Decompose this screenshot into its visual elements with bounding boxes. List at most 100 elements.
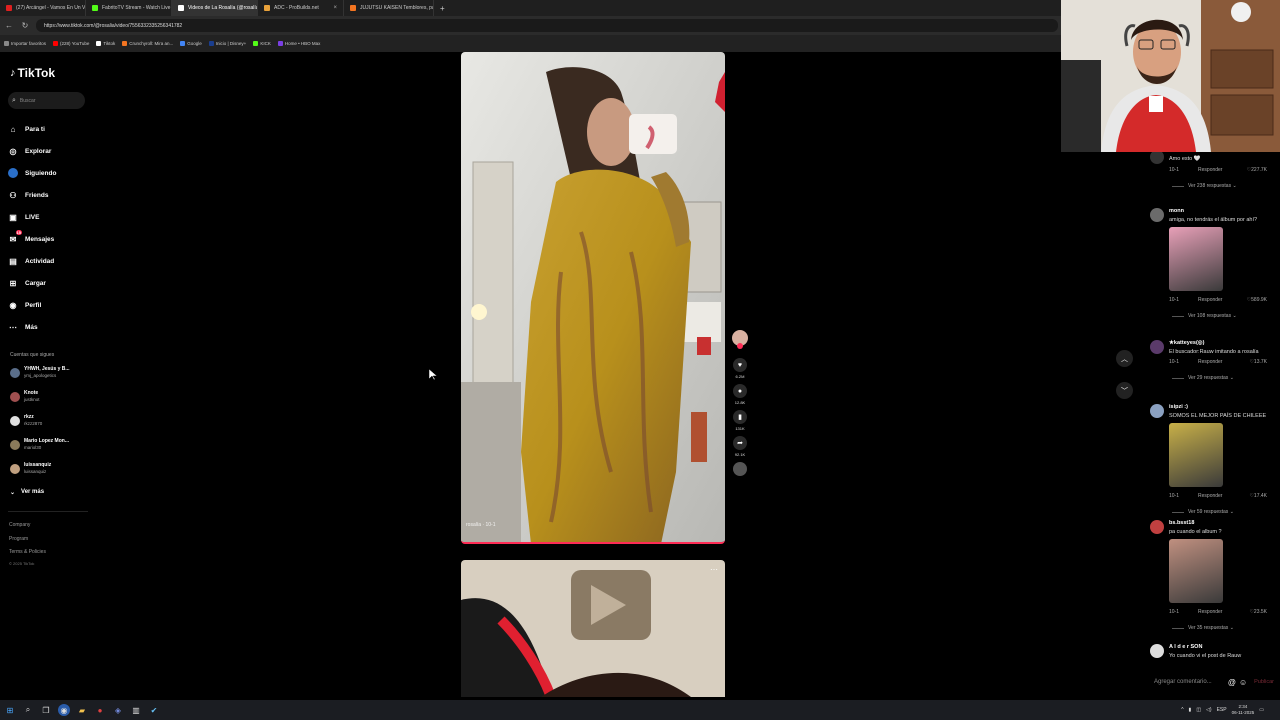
scroll-down-button[interactable]: ﹀	[1116, 382, 1133, 399]
clock[interactable]: 2:34 06-11-2025	[1232, 704, 1255, 716]
avatar[interactable]	[1150, 520, 1164, 534]
comment-button[interactable]: ● 12.8K	[731, 384, 749, 405]
following-account[interactable]: Mario Lopez Mon... mariol30	[10, 438, 90, 451]
video-player[interactable]	[461, 52, 725, 544]
reply-button[interactable]: Responder	[1198, 297, 1222, 303]
discord-icon[interactable]: ◈	[112, 704, 124, 716]
bookmark-item[interactable]: Importar favoritos	[4, 41, 46, 46]
sidebar-item-siguiendo[interactable]: Siguiendo	[8, 162, 98, 184]
comment-username[interactable]: ★katteyes(◎)	[1169, 340, 1204, 346]
volume-icon[interactable]: ◁)	[1206, 707, 1212, 713]
chevron-up-tray-icon[interactable]: ^	[1181, 707, 1183, 713]
windows-start-icon[interactable]: ⊞	[4, 704, 16, 716]
comment-input[interactable]: Agregar comentario... @ ☺ Publicar	[1150, 672, 1274, 692]
comment-image[interactable]	[1169, 227, 1223, 291]
sidebar-item-friends[interactable]: ⚇ Friends	[8, 184, 98, 206]
like-count[interactable]: ♡17.4K	[1249, 493, 1267, 499]
heart-button[interactable]: ♥ 6.2M	[731, 358, 749, 379]
video-author[interactable]: rosalía	[466, 522, 481, 528]
task-view-icon[interactable]: ❐	[40, 704, 52, 716]
view-replies-button[interactable]: Ver 29 respuestas ⌄	[1172, 375, 1234, 381]
like-count[interactable]: ♡589.9K	[1247, 297, 1267, 303]
comment-username[interactable]: monn	[1169, 208, 1184, 214]
sidebar-item-mensajes[interactable]: ✉ 15 Mensajes	[8, 228, 98, 250]
next-video[interactable]	[461, 560, 725, 697]
footer-link-terms[interactable]: Terms & Policies	[9, 549, 46, 555]
bookmark-item[interactable]: Crunchyroll: Mira an...	[122, 41, 173, 46]
sidebar-item-perfil[interactable]: ◉ Perfil	[8, 294, 98, 316]
more-options-icon[interactable]: ⋯	[710, 565, 718, 574]
scroll-up-button[interactable]: ︿	[1116, 350, 1133, 367]
follow-plus-icon[interactable]	[737, 343, 743, 349]
footer-link-program[interactable]: Program	[9, 536, 28, 542]
following-account[interactable]: luissanquiz luissanquiz	[10, 462, 90, 475]
search-input[interactable]: ⌕ Buscar	[8, 92, 85, 109]
browser-tab[interactable]: ADC - ProBuilds.net ×	[258, 0, 344, 16]
music-disc[interactable]	[731, 462, 749, 476]
browser-tab[interactable]: JUJUTSU KAISEN Temblores, par×	[344, 0, 434, 16]
tiktok-logo[interactable]: ♪ TikTok	[10, 66, 55, 80]
bookmark-item[interactable]: Inicio | Disney+	[208, 41, 246, 46]
see-more-button[interactable]: ⌄ Ver más	[10, 489, 44, 496]
notification-icon[interactable]: ▭	[1259, 707, 1264, 713]
browser-tab[interactable]: FabritoTV Stream - Watch Live on×	[86, 0, 172, 16]
comment-username[interactable]: isipzi :)	[1169, 404, 1188, 410]
view-replies-button[interactable]: Ver 108 respuestas ⌄	[1172, 313, 1237, 319]
app-red-icon[interactable]: ●	[94, 704, 106, 716]
avatar[interactable]	[1150, 404, 1164, 418]
emoji-icon[interactable]: ☺	[1239, 678, 1247, 687]
like-count[interactable]: ♡13.7K	[1249, 359, 1267, 365]
sidebar-item-live[interactable]: ▣ LIVE	[8, 206, 98, 228]
like-count[interactable]: ♡23.5K	[1249, 609, 1267, 615]
app-icon[interactable]: ▥	[130, 704, 142, 716]
reply-button[interactable]: Responder	[1198, 493, 1222, 499]
share-button[interactable]: ➦ 92.1K	[731, 436, 749, 457]
sidebar-item-cargar[interactable]: ⊞ Cargar	[8, 272, 98, 294]
comment-username[interactable]: A l d e r SON	[1169, 644, 1202, 650]
reload-icon[interactable]: ↻	[20, 21, 30, 30]
reply-button[interactable]: Responder	[1198, 359, 1222, 365]
sidebar-item-explorar[interactable]: ◎ Explorar	[8, 140, 98, 162]
view-replies-button[interactable]: Ver 59 respuestas ⌄	[1172, 509, 1234, 515]
bookmark-item[interactable]: Home • HBO Max	[277, 41, 320, 46]
comment-image[interactable]	[1169, 539, 1223, 603]
language-indicator[interactable]: ESP	[1217, 707, 1227, 713]
mention-icon[interactable]: @	[1228, 678, 1236, 687]
avatar[interactable]	[1150, 340, 1164, 354]
avatar[interactable]	[1150, 644, 1164, 658]
new-tab-icon[interactable]: +	[434, 4, 451, 13]
sidebar-item-parati[interactable]: ⌂ Para ti	[8, 118, 98, 140]
reply-button[interactable]: Responder	[1198, 609, 1222, 615]
like-count[interactable]: ♡227.7K	[1247, 167, 1267, 173]
view-replies-button[interactable]: Ver 238 respuestas ⌄	[1172, 183, 1237, 189]
following-account[interactable]: Knote justknot	[10, 390, 90, 403]
browser-tab[interactable]: Videos de La Rosalía (@rosalía×	[172, 0, 258, 16]
url-field[interactable]: https://www.tiktok.com/@rosalia/video/75…	[36, 19, 1058, 32]
close-tab-icon[interactable]: ×	[333, 5, 337, 11]
bookmark-item[interactable]: Tiktok	[96, 41, 115, 46]
sidebar-item-actividad[interactable]: ▤ Actividad	[8, 250, 98, 272]
back-icon[interactable]: ←	[4, 21, 14, 30]
browser-tab[interactable]: (27) Arcángel - Vamos En Un Viaj×	[0, 0, 86, 16]
sidebar-item-ms[interactable]: ⋯ Más	[8, 316, 98, 338]
avatar[interactable]	[1150, 208, 1164, 222]
network-icon[interactable]: ◫	[1196, 707, 1201, 713]
reply-button[interactable]: Responder	[1198, 167, 1222, 173]
bookmark-item[interactable]: Google	[180, 41, 202, 46]
bookmark-item[interactable]: (228) YouTube	[53, 41, 89, 46]
chrome-icon[interactable]: ◉	[58, 704, 70, 716]
view-replies-button[interactable]: Ver 35 respuestas ⌄	[1172, 625, 1234, 631]
search-taskbar-icon[interactable]: ⌕	[22, 704, 34, 716]
file-explorer-icon[interactable]: ▰	[76, 704, 88, 716]
mic-icon[interactable]: ▮	[1189, 707, 1192, 713]
avatar[interactable]	[1150, 150, 1164, 164]
comment-username[interactable]: bs.bsst18	[1169, 520, 1194, 526]
author-avatar[interactable]	[731, 330, 749, 349]
following-account[interactable]: rkzz rkzz2870	[10, 414, 90, 427]
comment-image[interactable]	[1169, 423, 1223, 487]
bookmark-button[interactable]: ▮ 131K	[731, 410, 749, 431]
footer-link-company[interactable]: Company	[9, 522, 30, 528]
publish-button[interactable]: Publicar	[1254, 679, 1274, 685]
steam-icon[interactable]: ✔	[148, 704, 160, 716]
following-account[interactable]: YHWH, Jesús y B... ymj_apologetics	[10, 366, 90, 379]
